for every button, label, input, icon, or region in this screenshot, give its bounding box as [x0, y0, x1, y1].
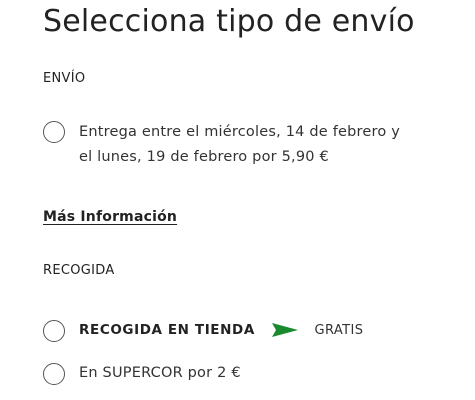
store-pickup-radio[interactable]: [43, 319, 65, 342]
supercor-pickup-option[interactable]: En SUPERCOR por 2 €: [43, 361, 455, 386]
page-title: Selecciona tipo de envío: [43, 4, 415, 39]
home-delivery-radio[interactable]: [43, 121, 65, 143]
more-info-link[interactable]: Más Información: [43, 207, 177, 227]
home-delivery-line-2: el lunes, 19 de febrero por 5,90 €: [79, 149, 329, 165]
store-pickup-option[interactable]: RECOGIDA EN TIENDA GRATIS: [43, 318, 455, 343]
pickup-section-label: RECOGIDA: [43, 263, 115, 278]
free-badge: GRATIS: [314, 323, 364, 338]
store-pickup-name: RECOGIDA EN TIENDA: [79, 322, 255, 338]
supercor-pickup-label: En SUPERCOR por 2 €: [79, 365, 241, 381]
store-pickup-label: RECOGIDA EN TIENDA GRATIS: [79, 318, 363, 343]
shipping-section-label: ENVÍO: [43, 71, 86, 86]
home-delivery-line-1: Entrega entre el miércoles, 14 de febrer…: [79, 124, 401, 140]
shipping-type-page: Selecciona tipo de envío ENVÍO Entrega e…: [0, 0, 475, 400]
home-delivery-label: Entrega entre el miércoles, 14 de febrer…: [79, 120, 400, 170]
supercor-pickup-radio[interactable]: [43, 362, 65, 385]
green-flag-icon: [271, 323, 298, 337]
home-delivery-option[interactable]: Entrega entre el miércoles, 14 de febrer…: [43, 120, 455, 170]
